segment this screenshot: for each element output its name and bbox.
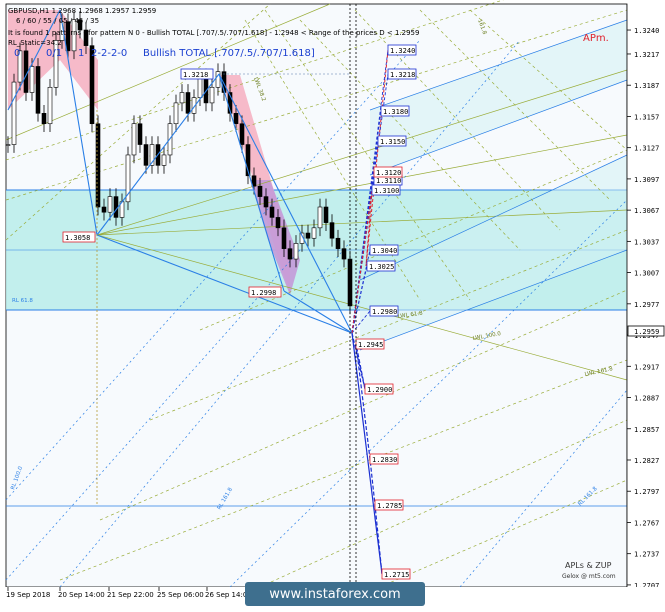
price-tick-label: 1.3217 [634,51,659,59]
price-tick-label: 1.2797 [634,488,659,496]
price-tick-label: 1.3127 [634,145,659,153]
candle-body [269,206,275,218]
settings-line: 6 / 60 / 55 / 65 / 45 / 35 [16,17,99,25]
candle-body [11,81,17,145]
pattern-label-1-3218: 1.3218 [183,71,208,79]
price-tick-label: 1.2857 [634,426,659,434]
candle-body [29,66,35,93]
pattern-label-1-3058: 1.3058 [65,234,90,242]
candle-body [131,123,137,156]
target-red-label: 1.2715 [384,571,409,579]
candle-body [263,196,269,208]
price-chart[interactable]: 1.3240 1.3218 1.3180 1.3150 1.3110 1.3100 1.30… [0,0,665,608]
level-0-label: 0 [14,48,20,59]
price-tick-label: 1.3240 [634,27,659,35]
target-red-label: 1.2830 [372,456,397,464]
candle-body [173,102,179,125]
candle-body [101,206,107,213]
chart-window[interactable]: 1.3240 1.3218 1.3180 1.3150 1.3110 1.3100 1.30… [0,0,665,608]
candle-body [179,92,185,104]
candle-body [185,92,191,114]
target-blue-label: 1.3100 [374,187,399,195]
target-blue-label: 1.3150 [380,138,405,146]
target-blue-label: 1.3240 [390,47,415,55]
target-blue-label: 1.2980 [372,308,397,316]
candle-body [161,154,167,166]
candle-body [323,206,329,223]
price-tick-label: 1.2737 [634,551,659,559]
candle-body [197,76,203,98]
price-tick-label: 1.2827 [634,457,659,465]
candle-body [35,66,41,114]
candle-body [275,217,281,229]
time-tick-label: 25 Sep 06:00 [157,591,204,599]
target-blue-label: 1.3180 [383,108,408,116]
price-tick-label: 1.3067 [634,207,659,215]
candle-body [233,113,239,125]
time-tick-label: 26 Sep 14:00 [205,591,252,599]
candle-body [341,248,347,260]
candle-body [329,222,335,239]
target-red-label: 1.2945 [358,341,383,349]
price-tick-label: 1.2767 [634,519,659,527]
watermark-text: www.instaforex.com [269,587,400,602]
candle-body [281,227,287,249]
status-line: RL_Static=34.2 [8,39,62,47]
candle-body [209,86,215,104]
time-tick-label: 19 Sep 2018 [6,591,50,599]
time-tick-label: 21 Sep 22:00 [107,591,154,599]
current-price-label: 1.2959 [634,328,659,336]
target-red-label: 1.3120 [376,169,401,177]
candle-body [335,237,341,249]
level-1-label: 1 [78,48,84,59]
time-tick-label: 20 Sep 14:00 [58,591,105,599]
price-tick-label: 1.3157 [634,113,659,121]
target-red-label: 1.2785 [377,502,402,510]
candle-body [293,243,299,260]
price-tick-label: 1.3187 [634,82,659,90]
candle-body [137,123,143,145]
symbol-line: GBPUSD,H1 1.2968 1.2968 1.2957 1.2959 [8,7,156,15]
candle-body [5,144,11,146]
brand-label: APm. [583,33,609,44]
pattern-label-1-2998: 1.2998 [251,289,276,297]
credit-title: APLs & ZUP [565,561,612,570]
price-tick-label: 1.3007 [634,270,659,278]
sequence-label: 2-2-2-0 [91,48,127,59]
target-blue-label: 1.3218 [390,71,415,79]
target-red-label: 1.2900 [367,386,392,394]
price-tick-label: 1.2887 [634,395,659,403]
candle-body [287,248,293,260]
candle-body [113,196,119,218]
candle-body [311,227,317,239]
line-label-rl-61-8: RL 61.8 [12,298,33,304]
pattern-line: It is found 1 patterns - for pattern N 0… [8,29,419,37]
price-tick-label: 1.2977 [634,301,659,309]
candle-body [257,185,263,197]
target-blue-label: 1.3040 [372,247,397,255]
candle-body [239,123,245,145]
target-blue-label: 1.3110 [376,177,401,185]
candle-body [47,86,53,125]
pattern-name-label: Bullish TOTAL [.707/.5/.707/1.618] [143,48,315,59]
candle-body [317,206,323,229]
credit-sub: Gelox @ mt5.com [562,573,616,580]
candle-body [305,232,311,239]
target-blue-label: 1.3025 [369,263,394,271]
price-tick-label: 1.3037 [634,238,659,246]
candle-body [143,144,149,166]
price-tick-label: 1.3097 [634,176,659,184]
candle-body [107,196,113,213]
candle-body [347,258,353,307]
price-tick-label: 1.2917 [634,363,659,371]
candle-body [41,113,47,125]
level-mid-label: 0/1 [46,48,62,59]
price-axis[interactable] [627,4,665,587]
